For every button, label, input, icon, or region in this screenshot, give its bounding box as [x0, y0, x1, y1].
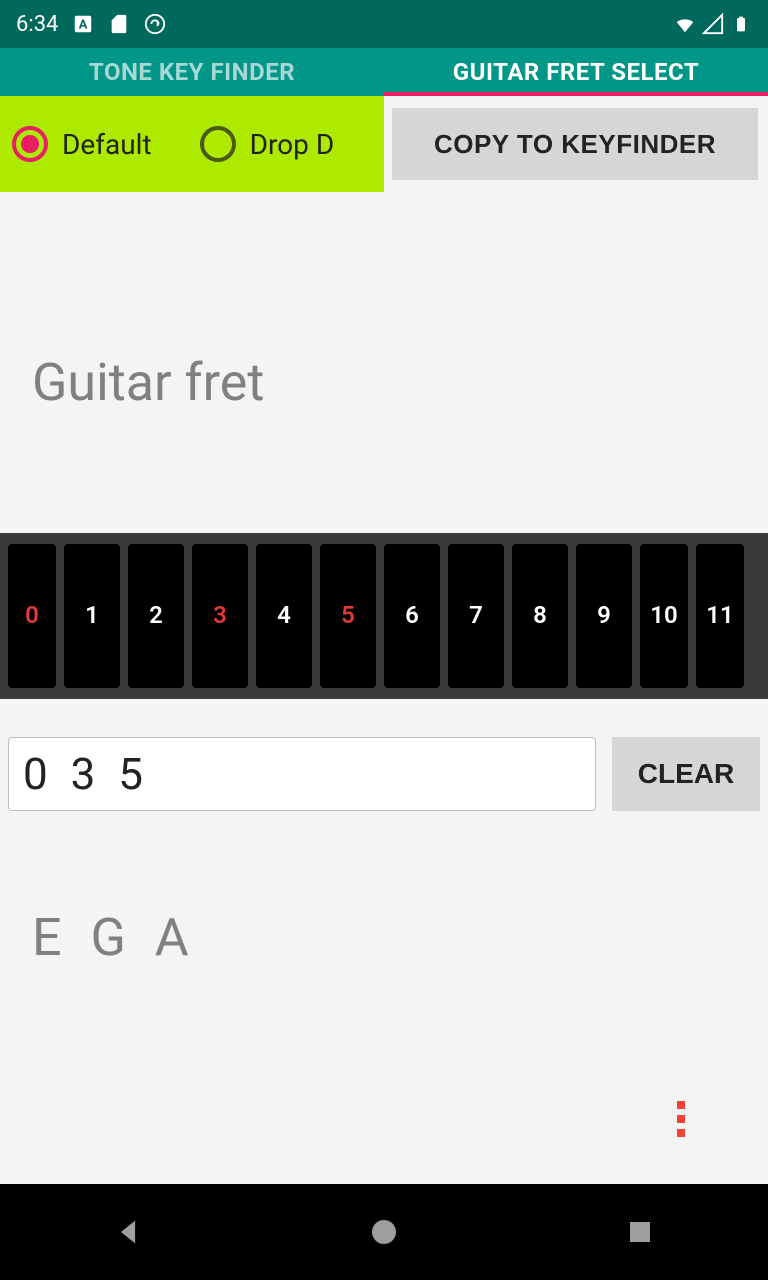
wifi-icon: [674, 13, 696, 35]
dot-icon: [677, 1115, 685, 1123]
fret-key-3[interactable]: 3: [192, 544, 248, 688]
fret-key-6[interactable]: 6: [384, 544, 440, 688]
dot-icon: [677, 1129, 685, 1137]
input-row: CLEAR: [0, 699, 768, 811]
battery-icon: [730, 13, 752, 35]
nav-home-button[interactable]: [274, 1184, 494, 1280]
tuning-option-default[interactable]: Default: [0, 126, 152, 162]
fret-key-7[interactable]: 7: [448, 544, 504, 688]
fret-key-1[interactable]: 1: [64, 544, 120, 688]
sd-card-icon: [108, 13, 130, 35]
radio-icon: [200, 126, 236, 162]
status-right: [674, 13, 752, 35]
fret-input[interactable]: [8, 737, 596, 811]
radio-label: Default: [62, 128, 152, 161]
fret-key-10[interactable]: 10: [640, 544, 688, 688]
sync-icon: [144, 13, 166, 35]
radio-icon: [12, 126, 48, 162]
keyboard-icon: A: [72, 13, 94, 35]
fret-key-4[interactable]: 4: [256, 544, 312, 688]
android-nav-bar: [0, 1184, 768, 1280]
tuning-option-drop-d[interactable]: Drop D: [188, 126, 335, 162]
fret-key-11[interactable]: 11: [696, 544, 744, 688]
fret-key-9[interactable]: 9: [576, 544, 632, 688]
fret-strip[interactable]: 0 1 2 3 4 5 6 7 8 9 10 11: [0, 533, 768, 699]
tab-guitar-fret-select[interactable]: GUITAR FRET SELECT: [384, 48, 768, 96]
fret-key-0[interactable]: 0: [8, 544, 56, 688]
status-bar: 6:34 A: [0, 0, 768, 48]
more-menu-icon[interactable]: [656, 1094, 706, 1144]
content: Guitar fret 0 1 2 3 4 5 6 7 8 9 10 11 CL…: [0, 192, 768, 968]
section-title: Guitar fret: [0, 192, 768, 413]
status-time: 6:34: [16, 12, 58, 37]
notes-display: E G A: [0, 811, 768, 968]
status-left: 6:34 A: [16, 12, 166, 37]
fret-key-8[interactable]: 8: [512, 544, 568, 688]
tab-bar: TONE KEY FINDER GUITAR FRET SELECT: [0, 48, 768, 96]
dot-icon: [677, 1101, 685, 1109]
tab-tone-key-finder[interactable]: TONE KEY FINDER: [0, 48, 384, 96]
copy-button-wrap: COPY TO KEYFINDER: [384, 96, 768, 192]
nav-back-button[interactable]: [18, 1184, 238, 1280]
fret-key-2[interactable]: 2: [128, 544, 184, 688]
controls-row: Default Drop D COPY TO KEYFINDER: [0, 96, 768, 192]
nav-recent-button[interactable]: [530, 1184, 750, 1280]
signal-icon: [702, 13, 724, 35]
svg-text:A: A: [79, 18, 88, 33]
fret-key-5[interactable]: 5: [320, 544, 376, 688]
clear-button[interactable]: CLEAR: [612, 737, 760, 811]
copy-to-keyfinder-button[interactable]: COPY TO KEYFINDER: [392, 108, 758, 180]
tuning-radio-group: Default Drop D: [0, 96, 384, 192]
radio-label: Drop D: [250, 128, 335, 161]
